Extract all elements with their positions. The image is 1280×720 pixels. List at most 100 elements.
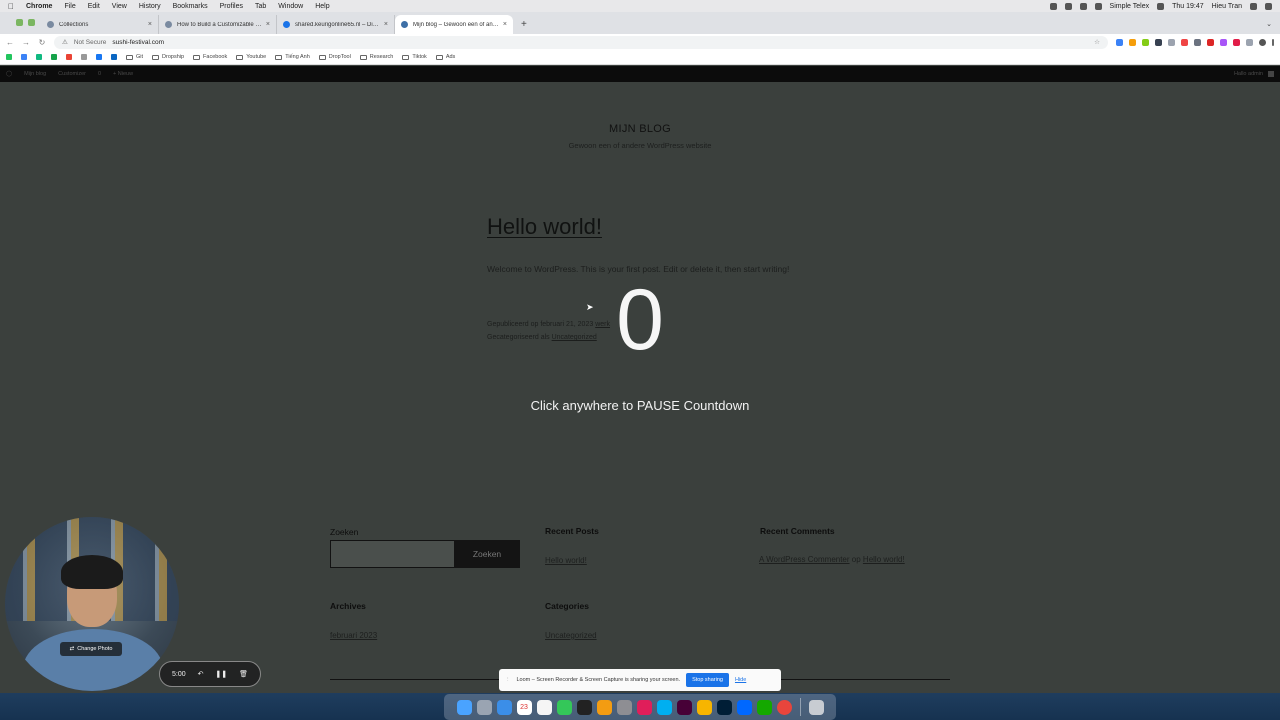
extension-icon[interactable] xyxy=(1155,38,1162,46)
menu-help[interactable]: Help xyxy=(315,3,329,10)
close-icon[interactable]: × xyxy=(503,21,507,28)
bookmark-folder-git[interactable]: Git xyxy=(126,54,143,60)
upwork-icon[interactable] xyxy=(756,699,772,715)
menu-chrome[interactable]: Chrome xyxy=(26,3,52,10)
bookmark-icon[interactable] xyxy=(6,54,12,60)
clock-label[interactable]: Thu 19:47 xyxy=(1172,3,1204,10)
bookmark-folder-youtube[interactable]: Youtube xyxy=(236,54,266,60)
zalo-icon[interactable] xyxy=(736,699,752,715)
trash-icon[interactable]: 🗑 xyxy=(239,670,248,678)
wifi-icon[interactable] xyxy=(1079,2,1087,10)
bookmark-folder-facebook[interactable]: Facebook xyxy=(193,54,227,60)
xd-icon[interactable] xyxy=(676,699,692,715)
comment-post-link[interactable]: Hello world! xyxy=(863,555,905,564)
tab-search-chevron-icon[interactable]: ⌄ xyxy=(1266,20,1272,28)
sublime-icon[interactable] xyxy=(596,699,612,715)
bookmark-folder-dropship[interactable]: Dropship xyxy=(152,54,184,60)
tab-shared-keurig[interactable]: shared.keurigonline65.nl – Dire… × xyxy=(277,15,395,34)
microphone-icon[interactable] xyxy=(1049,2,1057,10)
pinned-tab-icon[interactable] xyxy=(28,19,35,26)
bookmark-icon[interactable] xyxy=(51,54,57,60)
chrome-icon[interactable] xyxy=(776,699,792,715)
change-photo-button[interactable]: ⇄ Change Photo xyxy=(60,642,122,656)
archive-link[interactable]: februari 2023 xyxy=(330,631,377,640)
bookmark-folder-ads[interactable]: Ads xyxy=(435,54,455,60)
countdown-pause-message[interactable]: Click anywhere to PAUSE Countdown xyxy=(0,398,1280,413)
undo-icon[interactable]: ↶ xyxy=(198,670,204,678)
url-text[interactable]: sushi-festival.com xyxy=(112,39,164,46)
calendar-icon[interactable]: 23 xyxy=(516,699,532,715)
bookmark-icon[interactable] xyxy=(111,54,117,60)
menu-tab[interactable]: Tab xyxy=(255,3,266,10)
adminbar-account[interactable]: Hallo admin xyxy=(1234,71,1274,77)
safari-icon[interactable] xyxy=(496,699,512,715)
user-name-label[interactable]: Hieu Tran xyxy=(1212,3,1242,10)
close-icon[interactable]: × xyxy=(148,21,152,28)
messages-icon[interactable] xyxy=(556,699,572,715)
loom-webcam-bubble[interactable] xyxy=(5,517,179,691)
extension-icon[interactable] xyxy=(1142,38,1149,46)
warning-icon[interactable]: ⚠ xyxy=(62,38,68,46)
adminbar-customizer[interactable]: Customizer xyxy=(58,71,86,77)
menu-profiles[interactable]: Profiles xyxy=(220,3,243,10)
extension-icon[interactable] xyxy=(1116,38,1123,46)
notes-icon[interactable] xyxy=(536,699,552,715)
close-icon[interactable]: × xyxy=(384,21,388,28)
settings-icon[interactable] xyxy=(616,699,632,715)
battery-icon[interactable] xyxy=(1157,2,1165,10)
bookmark-folder-research[interactable]: Research xyxy=(359,54,393,60)
forward-icon[interactable]: → xyxy=(22,38,30,47)
finder-icon[interactable] xyxy=(456,699,472,715)
security-label[interactable]: Not Secure xyxy=(74,39,107,46)
pinned-tab-icon[interactable] xyxy=(16,19,23,26)
menu-file[interactable]: File xyxy=(64,3,75,10)
extension-icon[interactable] xyxy=(1233,38,1240,46)
extension-icon[interactable] xyxy=(1181,38,1188,46)
post-category-link[interactable]: Uncategorized xyxy=(552,334,597,341)
adminbar-new[interactable]: + Nieuw xyxy=(113,71,133,77)
site-title[interactable]: MIJN BLOG xyxy=(0,123,1280,135)
search-button[interactable]: Zoeken xyxy=(454,540,520,568)
search-icon[interactable] xyxy=(1250,2,1257,10)
adminbar-comments-count[interactable]: 0 xyxy=(98,71,101,77)
bookmark-star-icon[interactable]: ☆ xyxy=(1094,38,1100,46)
extension-icon[interactable] xyxy=(1129,38,1136,46)
bookmark-icon[interactable] xyxy=(36,54,42,60)
close-icon[interactable]: × xyxy=(266,21,270,28)
bookmark-icon[interactable] xyxy=(81,54,87,60)
control-center-icon[interactable] xyxy=(1265,2,1272,10)
more-menu-icon[interactable] xyxy=(1272,38,1274,46)
profile-avatar-icon[interactable] xyxy=(1259,38,1266,46)
comment-author-link[interactable]: A WordPress Commenter xyxy=(759,555,850,564)
bookmark-icon[interactable] xyxy=(21,54,27,60)
adminbar-site-name[interactable]: Mijn blog xyxy=(24,71,46,77)
menu-edit[interactable]: Edit xyxy=(88,3,100,10)
extension-icon[interactable] xyxy=(1168,38,1175,46)
extension-icon[interactable] xyxy=(1220,38,1227,46)
bookmark-folder-tieng-anh[interactable]: Tiếng Anh xyxy=(275,54,310,60)
puzzle-icon[interactable] xyxy=(1246,38,1253,46)
bookmark-folder-tiktok[interactable]: Tiktok xyxy=(402,54,427,60)
menu-view[interactable]: View xyxy=(112,3,127,10)
pause-icon[interactable]: ❚❚ xyxy=(215,670,227,678)
tab-collections[interactable]: Collections × xyxy=(41,15,159,34)
record-icon[interactable] xyxy=(1064,2,1072,10)
slack-icon[interactable] xyxy=(636,699,652,715)
photoshop-icon[interactable] xyxy=(716,699,732,715)
input-method-label[interactable]: Simple Telex xyxy=(1110,3,1150,10)
extension-icon[interactable] xyxy=(1207,38,1214,46)
back-icon[interactable]: ← xyxy=(6,38,14,47)
drag-handle-icon[interactable]: ⋮ xyxy=(505,677,511,683)
new-tab-button[interactable]: + xyxy=(521,19,527,30)
countdown-digit[interactable]: 0 xyxy=(600,270,680,370)
menu-history[interactable]: History xyxy=(139,3,161,10)
bookmark-folder-droptool[interactable]: DropTool xyxy=(318,54,351,60)
hide-banner-link[interactable]: Hide xyxy=(735,677,746,683)
category-link[interactable]: Uncategorized xyxy=(545,631,597,640)
terminal-icon[interactable] xyxy=(576,699,592,715)
sketch-icon[interactable] xyxy=(696,699,712,715)
gmail-icon[interactable] xyxy=(66,54,72,60)
bookmark-icon[interactable] xyxy=(96,54,102,60)
extension-icon[interactable] xyxy=(1194,38,1201,46)
reload-icon[interactable]: ↻ xyxy=(38,38,46,47)
